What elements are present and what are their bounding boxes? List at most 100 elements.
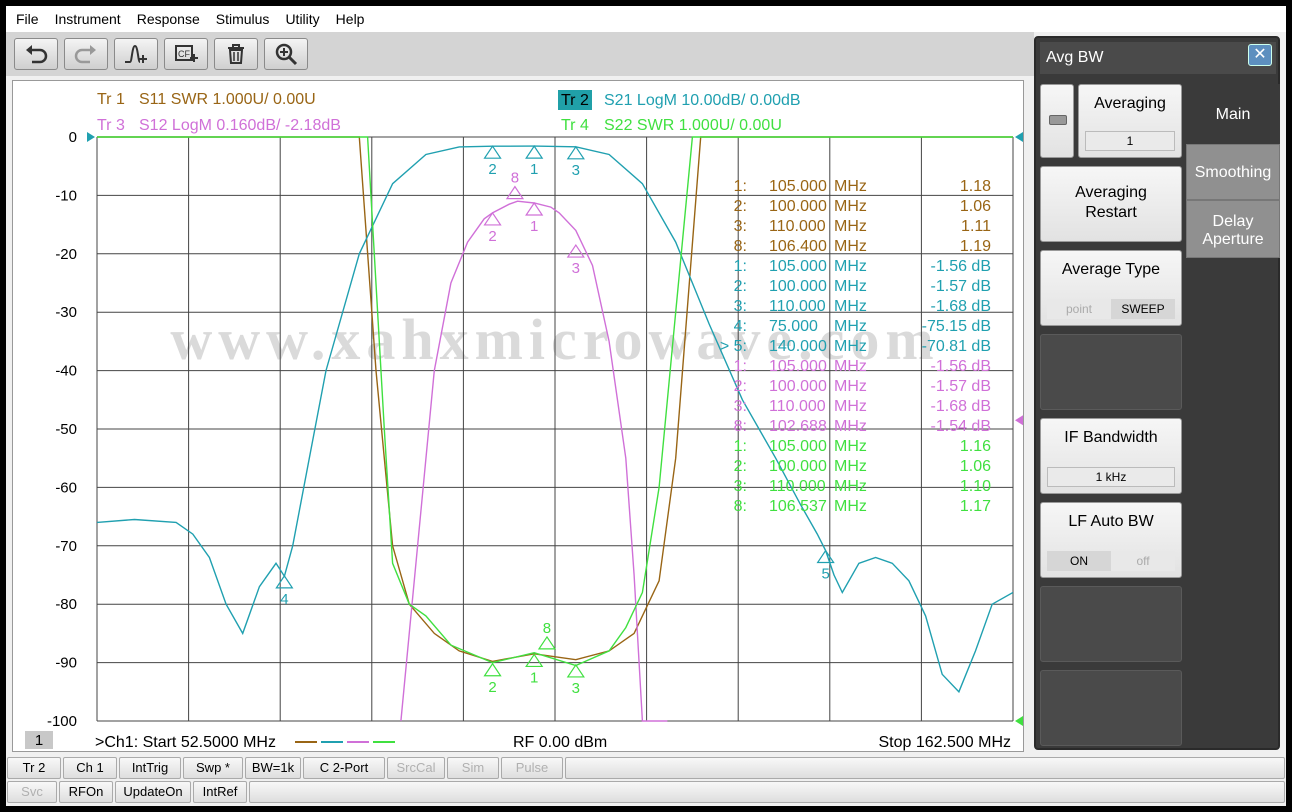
status-sim[interactable]: Sim (447, 757, 499, 779)
marker-table-id: 4: (734, 318, 747, 335)
marker-table-unit: MHz (834, 358, 867, 375)
menu-instrument[interactable]: Instrument (55, 11, 121, 27)
menu-utility[interactable]: Utility (285, 11, 319, 27)
trace4-tag: Tr 4 (561, 117, 589, 134)
marker-table-unit: MHz (834, 298, 867, 315)
marker-table-id: 1: (734, 438, 747, 455)
if-bandwidth-value[interactable]: 1 kHz (1047, 467, 1175, 487)
averaging-button[interactable]: Averaging 1 (1078, 84, 1182, 158)
status-bw-1k[interactable]: BW=1k (245, 757, 301, 779)
empty-softkey-1[interactable] (1040, 334, 1182, 410)
status-c-2-port[interactable]: C 2-Port (303, 757, 385, 779)
marker-table-unit: MHz (834, 418, 867, 435)
marker-table-value: -1.57 dB (931, 278, 991, 295)
marker-table-id: 1: (734, 358, 747, 375)
marker-triangle-icon (505, 185, 525, 200)
series-line-tr3 (400, 200, 668, 722)
status-intref[interactable]: IntRef (193, 781, 247, 803)
averaging-restart-button[interactable]: Averaging Restart (1040, 166, 1182, 242)
undo-button[interactable] (14, 38, 58, 70)
marker-table-freq: 110.000 (769, 218, 826, 235)
redo-icon (74, 45, 96, 64)
lf-auto-bw-selector[interactable]: ON off (1047, 551, 1175, 571)
average-type-button[interactable]: Average Type point SWEEP (1040, 250, 1182, 326)
marker-triangle-icon (275, 574, 294, 589)
trace3-tag: Tr 3 (97, 117, 125, 134)
ref-arrow-tr4-icon (1015, 716, 1023, 726)
marker-triangle-icon (483, 145, 502, 159)
if-bandwidth-button[interactable]: IF Bandwidth 1 kHz (1040, 418, 1182, 494)
status-updateon[interactable]: UpdateOn (115, 781, 191, 803)
status-inttrig[interactable]: IntTrig (119, 757, 181, 779)
marker-table-id: 2: (734, 198, 747, 215)
start-frequency: >Ch1: Start 52.5000 MHz (95, 734, 276, 751)
calibration-button[interactable]: CF (164, 38, 208, 70)
softkey-panel: Avg BW ✕ Averaging 1 Averaging Restart A… (1034, 36, 1280, 750)
y-tick-label: -50 (55, 421, 77, 438)
trace3-label: S12 LogM 0.160dB/ -2.18dB (139, 117, 341, 134)
marker-triangle-icon (566, 243, 585, 258)
stop-frequency: Stop 162.500 MHz (878, 734, 1011, 751)
marker-triangle-icon (483, 662, 502, 677)
marker-table-value: 1.06 (960, 198, 991, 215)
avg-type-point[interactable]: point (1047, 299, 1111, 319)
channel-number: 1 (35, 732, 43, 749)
status-swp[interactable]: Swp * (183, 757, 243, 779)
empty-softkey-2[interactable] (1040, 586, 1182, 662)
tab-main[interactable]: Main (1186, 84, 1280, 144)
marker-label: 2 (488, 161, 496, 178)
lf-auto-bw-button[interactable]: LF Auto BW ON off (1040, 502, 1182, 578)
zoom-button[interactable] (264, 38, 308, 70)
measurement-chart[interactable]: www.xahxmicrowave.com 0 -10 -20 -30 -40 -50 -60… (12, 80, 1024, 752)
empty-softkey-3[interactable] (1040, 670, 1182, 746)
delete-button[interactable] (214, 38, 258, 70)
marker-table-unit: MHz (834, 498, 867, 515)
avg-type-sweep[interactable]: SWEEP (1111, 299, 1175, 319)
tab-delay-aperture[interactable]: Delay Aperture (1186, 200, 1280, 258)
marker-label: 8 (511, 170, 519, 187)
marker-table-value: -1.68 dB (931, 398, 991, 415)
menu-help[interactable]: Help (336, 11, 365, 27)
trace1-label: S11 SWR 1.000U/ 0.00U (139, 91, 316, 108)
status-tr-2[interactable]: Tr 2 (7, 757, 61, 779)
lf-auto-off[interactable]: off (1111, 551, 1175, 571)
marker-table-id: 8: (734, 238, 747, 255)
menu-stimulus[interactable]: Stimulus (216, 11, 270, 27)
status-ch-1[interactable]: Ch 1 (63, 757, 117, 779)
marker-table-unit: MHz (834, 438, 867, 455)
marker-table-value: 1.11 (961, 218, 991, 235)
add-marker-button[interactable] (114, 38, 158, 70)
trace2-label: S21 LogM 10.00dB/ 0.00dB (604, 92, 801, 109)
marker-table-id: 2: (734, 278, 747, 295)
marker-label: 1 (530, 218, 538, 235)
status-rfon[interactable]: RFOn (59, 781, 113, 803)
menu-file[interactable]: File (16, 11, 39, 27)
marker-table-id: 3: (734, 218, 747, 235)
marker-table-value: -75.15 dB (922, 318, 991, 335)
redo-button[interactable] (64, 38, 108, 70)
lf-auto-on[interactable]: ON (1047, 551, 1111, 571)
averaging-value[interactable]: 1 (1085, 131, 1175, 151)
close-icon[interactable]: ✕ (1248, 44, 1272, 66)
status-srccal[interactable]: SrcCal (387, 757, 445, 779)
status-filler (249, 781, 1285, 803)
marker-table-id: 1: (734, 258, 747, 275)
marker-table-freq: 105.000 (769, 258, 827, 275)
marker-table-freq: 75.000 (769, 318, 818, 335)
marker-label: 2 (488, 679, 496, 696)
marker-table-freq: 110.000 (769, 398, 826, 415)
marker-triangle-icon (525, 145, 544, 159)
toggle-indicator-icon (1049, 115, 1067, 125)
trace1-tag: Tr 1 (97, 91, 125, 108)
status-pulse[interactable]: Pulse (501, 757, 563, 779)
tab-smoothing[interactable]: Smoothing (1186, 144, 1280, 200)
marker-triangle-icon (566, 663, 585, 678)
status-svc[interactable]: Svc (7, 781, 57, 803)
marker-table-unit: MHz (834, 338, 867, 355)
add-marker-icon (125, 44, 147, 63)
marker-table-unit: MHz (834, 378, 867, 395)
marker-triangle-icon (483, 211, 502, 226)
average-type-selector[interactable]: point SWEEP (1047, 299, 1175, 319)
menu-response[interactable]: Response (137, 11, 200, 27)
averaging-toggle[interactable] (1040, 84, 1074, 158)
